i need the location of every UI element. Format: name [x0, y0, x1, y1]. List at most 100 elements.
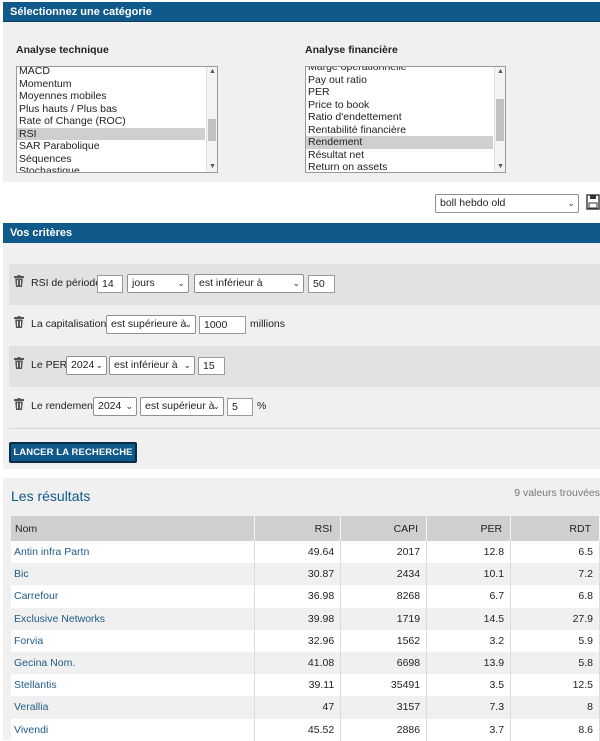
rendement-value-input[interactable]: 5: [227, 398, 253, 416]
stock-name-link[interactable]: Verallia: [11, 696, 256, 719]
trash-icon[interactable]: [14, 398, 24, 410]
technique-scrollbar[interactable]: ▲ ▼: [206, 67, 217, 172]
technique-listbox[interactable]: MACD Momentum Moyennes mobiles Plus hauts /…: [16, 66, 218, 173]
trash-icon[interactable]: [14, 357, 24, 369]
col-header-rdt[interactable]: RDT: [510, 516, 600, 541]
table-cell: 1562: [340, 629, 428, 652]
trash-icon[interactable]: [14, 275, 24, 287]
launch-search-button[interactable]: LANCER LA RECHERCHE: [9, 442, 137, 463]
table-cell: 6.7: [426, 585, 512, 608]
table-row: Carrefour 36.98 8268 6.7 6.8: [11, 585, 600, 608]
listbox-option[interactable]: Résultat net: [306, 149, 493, 162]
col-header-nom[interactable]: Nom: [11, 516, 256, 541]
table-header-row: Nom RSI CAPI PER RDT: [11, 516, 600, 541]
stock-name-link[interactable]: Carrefour: [11, 585, 256, 608]
table-row: Forvia 32.96 1562 3.2 5.9: [11, 629, 600, 652]
operator-select[interactable]: est supérieure à ⌄: [106, 315, 196, 334]
listbox-option[interactable]: Price to book: [306, 99, 493, 112]
table-cell: 41.08: [254, 651, 342, 675]
scroll-up-icon[interactable]: ▲: [495, 67, 505, 77]
financiere-scrollbar[interactable]: ▲ ▼: [494, 67, 505, 172]
table-cell: 3157: [340, 696, 428, 719]
criterion-capi: La capitalisation est supérieure à ⌄ 1000…: [9, 305, 600, 346]
col-header-per[interactable]: PER: [426, 516, 512, 541]
listbox-option[interactable]: Pay out ratio: [306, 74, 493, 87]
results-table: Nom RSI CAPI PER RDT Antin infra Partn 49…: [11, 516, 600, 741]
period-unit-select[interactable]: jours ⌄: [127, 274, 189, 293]
table-cell: 5.9: [510, 629, 600, 652]
listbox-option[interactable]: MACD: [17, 67, 205, 78]
results-panel: Les résultats 9 valeurs trouvées Nom RSI…: [3, 478, 600, 741]
scroll-thumb[interactable]: [496, 99, 504, 141]
listbox-option[interactable]: Séquences: [17, 153, 205, 166]
chevron-down-icon: ⌄: [292, 278, 300, 288]
col-header-rsi[interactable]: RSI: [254, 516, 342, 541]
chevron-down-icon: ⌄: [177, 278, 185, 288]
listbox-option[interactable]: Moyennes mobiles: [17, 90, 205, 103]
listbox-option[interactable]: SAR Parabolique: [17, 140, 205, 153]
criteria-panel: Vos critères RSI de période 14 jours ⌄ es…: [3, 223, 600, 469]
listbox-option[interactable]: PER: [306, 86, 493, 99]
table-cell: 45.52: [254, 718, 342, 741]
table-cell: 10.1: [426, 563, 512, 586]
operator-select[interactable]: est inférieur à ⌄: [109, 356, 195, 375]
listbox-option[interactable]: Rentabilité financière: [306, 124, 493, 137]
listbox-option[interactable]: Return on assets: [306, 161, 493, 172]
table-row: Stellantis 39.11 35491 3.5 12.5: [11, 674, 600, 697]
stock-name-link[interactable]: Bic: [11, 563, 256, 586]
saved-search-select[interactable]: boll hebdo old ⌄: [435, 194, 579, 213]
rendement-suffix: %: [257, 400, 267, 412]
stock-name-link[interactable]: Vivendi: [11, 718, 256, 741]
table-cell: 12.8: [426, 541, 512, 564]
criterion-label: Le PER: [31, 359, 68, 371]
capi-value-input[interactable]: 1000: [199, 316, 246, 334]
listbox-option[interactable]: Momentum: [17, 78, 205, 91]
table-cell: 3.5: [426, 674, 512, 697]
listbox-option[interactable]: RSI: [17, 127, 205, 140]
table-row: Verallia 47 3157 7.3 8: [11, 696, 600, 719]
operator-select[interactable]: est supérieur à ⌄: [140, 397, 224, 416]
year-select[interactable]: 2024 ⌄: [93, 397, 137, 416]
year-select[interactable]: 2024 ⌄: [66, 356, 107, 375]
chevron-down-icon: ⌄: [183, 360, 191, 370]
listbox-option[interactable]: Ratio d'endettement: [306, 111, 493, 124]
rsi-period-input[interactable]: 14: [97, 275, 123, 293]
trash-icon[interactable]: [14, 316, 24, 328]
rsi-value-input[interactable]: 50: [308, 275, 335, 293]
table-cell: 35491: [340, 674, 428, 697]
scroll-down-icon[interactable]: ▼: [495, 162, 505, 172]
table-cell: 14.5: [426, 607, 512, 630]
table-row: Antin infra Partn 49.64 2017 12.8 6.5: [11, 541, 600, 564]
listbox-option[interactable]: Stochastique: [17, 165, 205, 172]
stock-name-link[interactable]: Antin infra Partn: [11, 541, 256, 564]
criterion-label: RSI de période: [31, 277, 102, 289]
table-cell: 39.11: [254, 674, 342, 697]
table-cell: 5.8: [510, 651, 600, 675]
table-cell: 6698: [340, 651, 428, 675]
table-cell: 2434: [340, 563, 428, 586]
scroll-down-icon[interactable]: ▼: [207, 162, 217, 172]
table-cell: 6.5: [510, 541, 600, 564]
listbox-option[interactable]: Rate of Change (ROC): [17, 115, 205, 128]
scroll-thumb[interactable]: [208, 119, 216, 141]
table-cell: 8268: [340, 585, 428, 608]
listbox-option[interactable]: Marge opérationnelle: [306, 67, 493, 74]
col-header-capi[interactable]: CAPI: [340, 516, 428, 541]
listbox-option[interactable]: Rendement: [306, 136, 493, 149]
scroll-up-icon[interactable]: ▲: [207, 67, 217, 77]
criterion-per: Le PER 2024 ⌄ est inférieur à ⌄ 15: [9, 346, 600, 387]
table-cell: 3.2: [426, 629, 512, 652]
listbox-option[interactable]: Plus hauts / Plus bas: [17, 103, 205, 116]
table-row: Bic 30.87 2434 10.1 7.2: [11, 563, 600, 586]
save-icon[interactable]: [586, 194, 600, 210]
operator-select[interactable]: est inférieur à ⌄: [194, 274, 304, 293]
category-panel: Sélectionnez une catégorie Analyse techn…: [3, 2, 600, 182]
category-header: Sélectionnez une catégorie: [3, 2, 600, 22]
per-value-input[interactable]: 15: [198, 357, 225, 375]
stock-name-link[interactable]: Stellantis: [11, 674, 256, 697]
stock-name-link[interactable]: Exclusive Networks: [11, 607, 256, 630]
financiere-listbox[interactable]: Marge opérationnelle Pay out ratio PER Pric…: [305, 66, 506, 173]
stock-name-link[interactable]: Forvia: [11, 629, 256, 652]
stock-name-link[interactable]: Gecina Nom.: [11, 651, 256, 675]
table-cell: 8: [510, 696, 600, 719]
